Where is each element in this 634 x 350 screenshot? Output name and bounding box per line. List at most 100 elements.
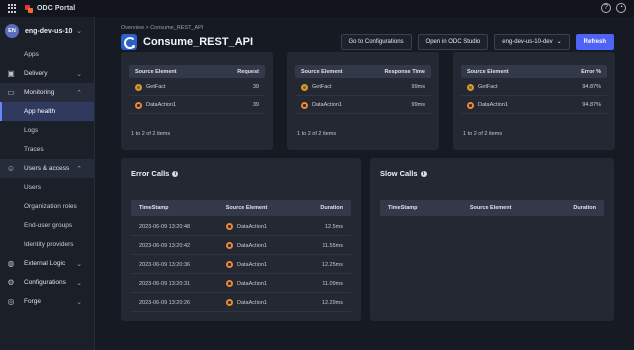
brand[interactable]: ODC Portal — [8, 4, 75, 13]
card-table-header: Source Element Request — [129, 65, 265, 78]
sidebar-item-users-access[interactable]: ☺ Users & access ⌃ — [0, 159, 94, 178]
source-element-name[interactable]: DataAction1 — [237, 224, 267, 230]
metric-value: 94.87% — [582, 102, 601, 108]
table-row[interactable]: DataAction1 99ms — [295, 97, 431, 114]
source-element-cell: DataAction1 — [301, 101, 342, 109]
timestamp-cell: 2023-06-09 13:20:48 — [139, 223, 191, 230]
table-row[interactable]: 2023-06-09 13:20:26 DataAction1 12.29ms — [131, 294, 351, 312]
metric-value: 94.87% — [582, 84, 601, 90]
column-header-duration[interactable]: Duration — [320, 205, 351, 211]
slow-calls-table-header: TimeStamp Source Element Duration — [380, 200, 604, 216]
sidebar-item-end-user-groups[interactable]: End-user groups — [0, 216, 94, 235]
sidebar-item-monitoring[interactable]: ▭ Monitoring ⌃ — [0, 83, 94, 102]
source-element-cell: DataAction1 — [226, 261, 321, 268]
go-to-configurations-button[interactable]: Go to Configurations — [340, 34, 412, 50]
duration-cell: 12.5ms — [324, 223, 343, 230]
sidebar-item-users[interactable]: Users — [0, 178, 94, 197]
column-header-timestamp[interactable]: TimeStamp — [380, 205, 470, 211]
sidebar-item-configurations[interactable]: ⚙ Configurations ⌄ — [0, 273, 94, 292]
sidebar-item-delivery[interactable]: ▣ Delivery ⌄ — [0, 64, 94, 83]
table-row[interactable]: GetFact 94.87% — [461, 79, 607, 96]
source-element-name[interactable]: GetFact — [312, 84, 332, 90]
stage-select[interactable]: eng-dev-us-10-dev ⌄ — [494, 34, 570, 50]
column-header-duration[interactable]: Duration — [573, 205, 604, 211]
source-element-name[interactable]: DataAction1 — [312, 102, 342, 108]
column-header-metric[interactable]: Response Time — [384, 69, 425, 75]
column-header-source-element[interactable]: Source Element — [470, 205, 574, 211]
sidebar-item-identity-providers[interactable]: Identity providers — [0, 235, 94, 254]
info-icon[interactable]: i — [172, 170, 179, 177]
sidebar-item-forge[interactable]: ◎ Forge ⌄ — [0, 292, 94, 311]
source-element-name[interactable]: DataAction1 — [478, 102, 508, 108]
sidebar-item-logs[interactable]: Logs — [0, 121, 94, 140]
timestamp-cell: 2023-06-09 13:20:26 — [139, 299, 191, 306]
table-row[interactable]: 2023-06-09 13:20:42 DataAction1 11.55ms — [131, 237, 351, 255]
sidebar-nav: Apps ▣ Delivery ⌄ ▭ Monitoring ⌃ App health Logs… — [0, 45, 94, 311]
source-element-name[interactable]: DataAction1 — [237, 243, 267, 249]
source-element-name[interactable]: DataAction1 — [237, 262, 267, 268]
info-icon[interactable]: i — [420, 170, 427, 177]
data-action-icon — [226, 299, 233, 306]
table-row[interactable]: DataAction1 39 — [129, 97, 265, 114]
metric-value: 99ms — [411, 84, 425, 90]
slow-calls-title: Slow Calls i — [380, 169, 427, 178]
table-row[interactable]: 2023-06-09 13:20:31 DataAction1 11.09ms — [131, 275, 351, 293]
column-header-source-element[interactable]: Source Element — [467, 69, 509, 75]
table-row[interactable]: GetFact 39 — [129, 79, 265, 96]
chevron-down-icon: ⌄ — [76, 298, 82, 306]
forge-icon: ◎ — [7, 296, 15, 306]
requests-card: Source Element Request GetFact 39 DataAction… — [121, 52, 273, 150]
chevron-down-icon: ⌄ — [76, 28, 82, 35]
chevron-down-icon: ⌄ — [76, 279, 82, 287]
sidebar-item-label: Monitoring — [24, 89, 55, 96]
column-header-metric[interactable]: Request — [237, 69, 259, 75]
table-row[interactable]: 2023-06-09 13:20:36 DataAction1 12.25ms — [131, 256, 351, 274]
data-action-icon — [226, 242, 233, 249]
refresh-button[interactable]: Refresh — [575, 34, 614, 50]
rest-method-icon — [301, 83, 308, 91]
users-icon: ☺ — [6, 163, 16, 173]
metric-value: 99ms — [411, 102, 425, 108]
tenant-selector[interactable]: EN eng-dev-us-10 ⌄ — [0, 17, 94, 45]
table-row[interactable]: 2023-06-09 13:20:48 DataAction1 12.5ms — [131, 218, 351, 236]
column-header-metric[interactable]: Error % — [581, 69, 601, 75]
user-circle-icon[interactable]: ◔ — [616, 3, 626, 13]
source-element-name[interactable]: DataAction1 — [237, 281, 267, 287]
open-in-studio-button[interactable]: Open in ODC Studio — [417, 34, 489, 50]
table-row[interactable]: DataAction1 94.87% — [461, 97, 607, 114]
source-element-name[interactable]: GetFact — [478, 84, 498, 90]
help-circle-icon[interactable]: ? — [601, 3, 611, 13]
source-element-name[interactable]: DataAction1 — [146, 102, 176, 108]
source-element-name[interactable]: DataAction1 — [237, 300, 267, 306]
duration-cell: 12.29ms — [321, 299, 343, 306]
column-header-source-element[interactable]: Source Element — [301, 69, 343, 75]
source-element-name[interactable]: GetFact — [146, 84, 166, 90]
odc-logo-icon — [25, 4, 33, 13]
sidebar-item-app-health[interactable]: App health — [0, 102, 94, 121]
sidebar-item-organization-roles[interactable]: Organization roles — [0, 197, 94, 216]
error-rate-card: Source Element Error % GetFact 94.87% DataAc… — [453, 52, 615, 150]
chevron-down-icon: ⌄ — [76, 260, 82, 268]
source-element-cell: GetFact — [135, 83, 166, 91]
duration-cell: 11.55ms — [322, 242, 343, 249]
slow-calls-card: Slow Calls i TimeStamp Source Element Du… — [370, 158, 614, 321]
sidebar-item-external-logic[interactable]: ◍ External Logic ⌄ — [0, 254, 94, 273]
sidebar-item-traces[interactable]: Traces — [0, 140, 94, 159]
column-header-source-element[interactable]: Source Element — [226, 205, 321, 211]
chevron-up-icon: ⌃ — [76, 165, 82, 173]
app-grid-icon[interactable] — [8, 4, 17, 13]
timestamp-cell: 2023-06-09 13:20:42 — [139, 242, 191, 249]
column-header-timestamp[interactable]: TimeStamp — [131, 205, 226, 211]
globe-icon: ◍ — [7, 258, 15, 268]
source-element-cell: DataAction1 — [135, 101, 176, 109]
chevron-down-icon: ⌄ — [76, 70, 82, 78]
box-icon: ▣ — [7, 68, 15, 78]
table-row[interactable]: GetFact 99ms — [295, 79, 431, 96]
error-calls-card: Error Calls i TimeStamp Source Element D… — [121, 158, 361, 321]
monitor-icon: ▭ — [7, 87, 15, 97]
source-element-cell: GetFact — [301, 83, 332, 91]
breadcrumb[interactable]: Overview > Consume_REST_API — [121, 25, 203, 31]
sidebar-item-label: Forge — [24, 298, 41, 305]
sidebar-item-apps[interactable]: Apps — [0, 45, 94, 64]
column-header-source-element[interactable]: Source Element — [135, 69, 177, 75]
